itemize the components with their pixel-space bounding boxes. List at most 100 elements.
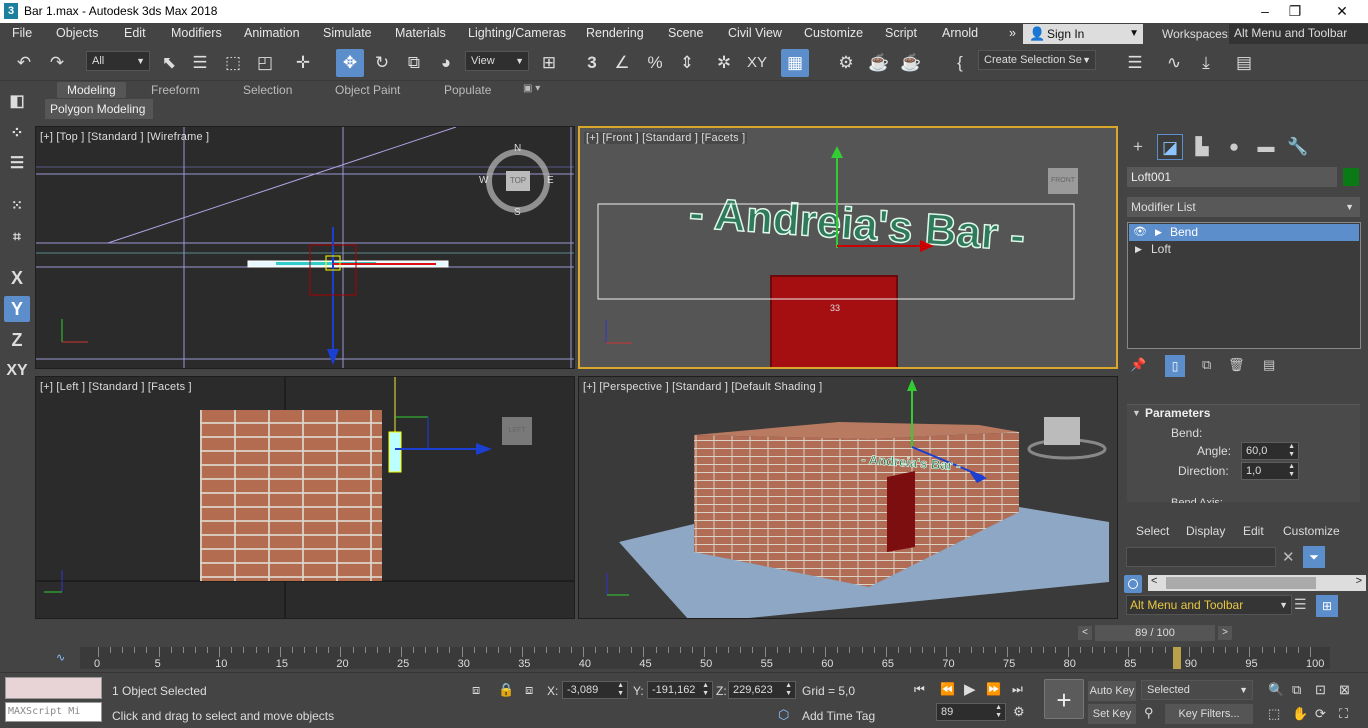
- app-icon[interactable]: 3: [4, 3, 18, 19]
- menu-edit[interactable]: Edit: [124, 26, 146, 40]
- viewport-perspective-label[interactable]: [+] [Perspective ] [Standard ] [Default …: [583, 381, 822, 393]
- viewport-front-label[interactable]: [+] [Front ] [Standard ] [Facets ]: [584, 132, 748, 144]
- goto-start-icon[interactable]: ⏮: [914, 682, 925, 697]
- x-coordinate-field[interactable]: -3,089 ▲ ▼: [562, 681, 628, 699]
- isolate-selection-icon[interactable]: ⧈: [472, 682, 480, 698]
- spinner-snap-icon[interactable]: ⇕: [673, 49, 701, 77]
- tab-modeling[interactable]: Modeling: [57, 82, 126, 98]
- menu-simulate[interactable]: Simulate: [323, 26, 372, 40]
- key-filters-icon[interactable]: ⚲: [1144, 705, 1154, 721]
- hierarchy-tab-icon[interactable]: ▙: [1189, 134, 1215, 160]
- maximize-viewport-icon[interactable]: ⛶: [1339, 706, 1348, 722]
- snaps-toggle-icon[interactable]: 3: [578, 49, 606, 77]
- expand-arrow-icon[interactable]: ▶: [1135, 241, 1142, 258]
- tab-selection[interactable]: Selection: [243, 83, 292, 97]
- menu-file[interactable]: File: [12, 26, 32, 40]
- y-coordinate-field[interactable]: -191,162 ▲ ▼: [647, 681, 713, 699]
- curve-editor-icon[interactable]: ∿: [1160, 49, 1188, 77]
- scene-tab-edit[interactable]: Edit: [1243, 524, 1264, 538]
- z-coordinate-field[interactable]: 229,623 ▲ ▼: [728, 681, 796, 699]
- render-frame-icon[interactable]: ☕: [865, 49, 893, 77]
- angle-spinner[interactable]: 60,0 ▲ ▼: [1241, 442, 1299, 460]
- snap-dots-icon[interactable]: ⁘: [4, 121, 30, 147]
- scrollbar-thumb[interactable]: [1166, 577, 1316, 589]
- direction-spinner[interactable]: 1,0 ▲ ▼: [1241, 462, 1299, 480]
- workspace-explorer-dropdown[interactable]: Alt Menu and Toolbar ▼: [1126, 595, 1292, 615]
- scene-tab-customize[interactable]: Customize: [1283, 524, 1340, 538]
- viewcube-top[interactable]: TOP: [506, 171, 530, 191]
- field-of-view-icon[interactable]: ⬚: [1268, 706, 1280, 722]
- workspaces-dropdown[interactable]: Alt Menu and Toolbar: [1229, 24, 1368, 44]
- spinner-arrows-icon[interactable]: ▲ ▼: [702, 682, 709, 698]
- select-object-icon[interactable]: ⬉: [155, 49, 183, 77]
- scroll-right-icon[interactable]: >: [1356, 575, 1362, 587]
- scale-icon[interactable]: ⧉: [400, 49, 428, 77]
- filter-icon[interactable]: ⏷: [1303, 546, 1325, 568]
- ribbon-options-icon[interactable]: ▣ ▾: [523, 83, 540, 94]
- pin-stack-icon[interactable]: 📌: [1130, 357, 1146, 373]
- time-tag-icon[interactable]: ⬡: [778, 707, 789, 723]
- viewport-top-label[interactable]: [+] [Top ] [Standard ] [Wireframe ]: [40, 131, 209, 143]
- menu-materials[interactable]: Materials: [395, 26, 446, 40]
- spinner-arrows-icon[interactable]: ▲ ▼: [617, 682, 624, 698]
- collapse-arrow-icon[interactable]: ▼: [1132, 408, 1141, 418]
- zoom-extents-icon[interactable]: ⊡: [1315, 682, 1326, 698]
- scene-search-input[interactable]: [1126, 547, 1276, 567]
- axis-y-button[interactable]: Y: [4, 296, 30, 322]
- viewport-perspective[interactable]: [+] [Perspective ] [Standard ] [Default …: [578, 376, 1118, 619]
- selection-filter-dropdown[interactable]: All ▼: [86, 51, 150, 71]
- modify-tab-icon[interactable]: ◪: [1157, 134, 1183, 160]
- scene-tab-select[interactable]: Select: [1136, 524, 1169, 538]
- rectangular-selection-icon[interactable]: ⬚: [219, 49, 247, 77]
- snap-grid-icon[interactable]: ⁙: [4, 192, 30, 218]
- menu-customize[interactable]: Customize: [804, 26, 863, 40]
- utilities-tab-icon[interactable]: 🔧: [1285, 134, 1311, 160]
- tab-populate[interactable]: Populate: [444, 83, 491, 97]
- angle-snap-icon[interactable]: ∠: [608, 49, 636, 77]
- create-selection-set-dropdown[interactable]: Create Selection Se ▼: [978, 50, 1096, 70]
- current-frame-marker[interactable]: [1172, 647, 1181, 669]
- object-name-field[interactable]: Loft001: [1127, 167, 1337, 187]
- time-slider[interactable]: 89 / 100: [1095, 625, 1215, 641]
- select-by-name-icon[interactable]: ☰: [186, 49, 214, 77]
- prev-frame-icon[interactable]: <: [1078, 626, 1092, 640]
- create-tab-icon[interactable]: +: [1125, 134, 1151, 160]
- ruler-icon[interactable]: ⌗: [4, 223, 30, 249]
- zoom-icon[interactable]: 🔍: [1268, 682, 1284, 698]
- menu-rendering[interactable]: Rendering: [586, 26, 644, 40]
- render-setup-icon[interactable]: ⚙: [832, 49, 860, 77]
- axis-x-button[interactable]: X: [4, 265, 30, 291]
- set-key-button[interactable]: Set Key: [1088, 704, 1136, 724]
- orbit-icon[interactable]: ⟳: [1315, 706, 1326, 722]
- material-editor-icon[interactable]: ▤: [1230, 49, 1258, 77]
- time-configuration-icon[interactable]: ⚙: [1013, 704, 1025, 720]
- auto-key-button[interactable]: Auto Key: [1088, 681, 1136, 701]
- tab-object-paint[interactable]: Object Paint: [335, 83, 400, 97]
- zoom-all-icon[interactable]: ⧉: [1292, 682, 1301, 698]
- play-icon[interactable]: ▶: [964, 680, 976, 698]
- pan-icon[interactable]: ✋: [1292, 706, 1308, 722]
- maxscript-listener[interactable]: [5, 677, 102, 699]
- scene-scrollbar[interactable]: < >: [1148, 575, 1366, 591]
- spinner-arrows-icon[interactable]: ▲ ▼: [1288, 463, 1295, 479]
- eye-icon[interactable]: 👁: [1133, 224, 1147, 241]
- menu-civil-view[interactable]: Civil View: [728, 26, 782, 40]
- prev-key-icon[interactable]: ⏪: [940, 682, 955, 696]
- scroll-left-icon[interactable]: <: [1151, 575, 1157, 587]
- axis-xy-button[interactable]: XY: [4, 358, 30, 384]
- clear-search-icon[interactable]: ✕: [1282, 548, 1295, 566]
- window-crossing-icon[interactable]: ◰: [251, 49, 279, 77]
- motion-tab-icon[interactable]: ●: [1221, 134, 1247, 160]
- stack-item-loft[interactable]: ▶ Loft: [1129, 241, 1359, 258]
- maxscript-input[interactable]: MAXScript Mi: [5, 702, 102, 722]
- menu-animation[interactable]: Animation: [244, 26, 300, 40]
- spinner-arrows-icon[interactable]: ▲ ▼: [1288, 443, 1295, 459]
- mirror-icon[interactable]: XY: [743, 49, 771, 77]
- key-mode-dropdown[interactable]: Selected ▼: [1141, 680, 1253, 700]
- layers-icon[interactable]: ☰: [4, 151, 30, 177]
- axis-z-button[interactable]: Z: [4, 327, 30, 353]
- next-frame-icon[interactable]: >: [1218, 626, 1232, 640]
- maximize-button[interactable]: ❐: [1280, 2, 1310, 20]
- set-keys-icon[interactable]: +: [1044, 679, 1084, 719]
- hierarchy-toggle-icon[interactable]: ⊞: [1316, 595, 1338, 617]
